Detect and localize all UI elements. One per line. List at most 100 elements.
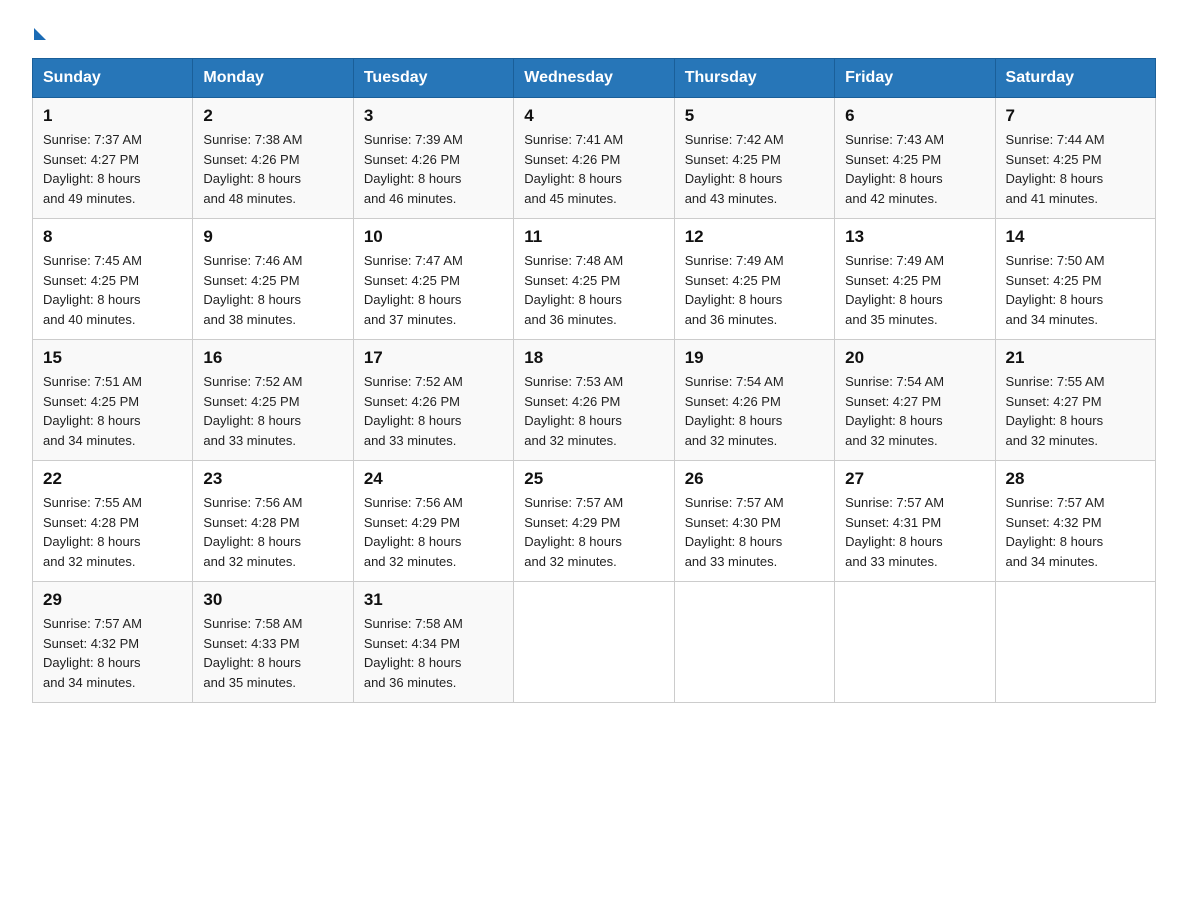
day-info: Sunrise: 7:57 AMSunset: 4:32 PMDaylight:… [43, 614, 182, 692]
header-tuesday: Tuesday [353, 59, 513, 98]
calendar-cell: 30 Sunrise: 7:58 AMSunset: 4:33 PMDayligh… [193, 582, 353, 703]
day-number: 2 [203, 106, 342, 126]
calendar-week-4: 22 Sunrise: 7:55 AMSunset: 4:28 PMDayligh… [33, 461, 1156, 582]
header-wednesday: Wednesday [514, 59, 674, 98]
day-number: 8 [43, 227, 182, 247]
calendar-cell: 21Sunrise: 7:55 AMSunset: 4:27 PMDayligh… [995, 340, 1155, 461]
day-info: Sunrise: 7:55 AMSunset: 4:28 PMDaylight:… [43, 493, 182, 571]
day-number: 24 [364, 469, 503, 489]
calendar-cell: 24 Sunrise: 7:56 AMSunset: 4:29 PMDayligh… [353, 461, 513, 582]
day-info: Sunrise: 7:52 AMSunset: 4:26 PMDaylight:… [364, 372, 503, 450]
header-saturday: Saturday [995, 59, 1155, 98]
day-number: 3 [364, 106, 503, 126]
day-number: 30 [203, 590, 342, 610]
calendar-cell: 14Sunrise: 7:50 AMSunset: 4:25 PMDayligh… [995, 219, 1155, 340]
calendar-cell [674, 582, 834, 703]
day-number: 27 [845, 469, 984, 489]
day-info: Sunrise: 7:54 AMSunset: 4:27 PMDaylight:… [845, 372, 984, 450]
day-info: Sunrise: 7:56 AMSunset: 4:29 PMDaylight:… [364, 493, 503, 571]
day-info: Sunrise: 7:51 AMSunset: 4:25 PMDaylight:… [43, 372, 182, 450]
calendar-cell [995, 582, 1155, 703]
day-info: Sunrise: 7:41 AMSunset: 4:26 PMDaylight:… [524, 130, 663, 208]
calendar-cell: 11 Sunrise: 7:48 AMSunset: 4:25 PMDayligh… [514, 219, 674, 340]
day-number: 18 [524, 348, 663, 368]
calendar-week-5: 29 Sunrise: 7:57 AMSunset: 4:32 PMDayligh… [33, 582, 1156, 703]
day-info: Sunrise: 7:55 AMSunset: 4:27 PMDaylight:… [1006, 372, 1145, 450]
calendar-cell: 2Sunrise: 7:38 AMSunset: 4:26 PMDaylight… [193, 98, 353, 219]
header-monday: Monday [193, 59, 353, 98]
day-number: 10 [364, 227, 503, 247]
day-number: 29 [43, 590, 182, 610]
day-number: 14 [1006, 227, 1145, 247]
calendar-cell: 23 Sunrise: 7:56 AMSunset: 4:28 PMDayligh… [193, 461, 353, 582]
day-number: 25 [524, 469, 663, 489]
calendar-cell: 20Sunrise: 7:54 AMSunset: 4:27 PMDayligh… [835, 340, 995, 461]
day-number: 7 [1006, 106, 1145, 126]
calendar-cell: 9Sunrise: 7:46 AMSunset: 4:25 PMDaylight… [193, 219, 353, 340]
calendar-cell: 29 Sunrise: 7:57 AMSunset: 4:32 PMDayligh… [33, 582, 193, 703]
calendar-cell: 5 Sunrise: 7:42 AMSunset: 4:25 PMDaylight… [674, 98, 834, 219]
calendar-cell: 22 Sunrise: 7:55 AMSunset: 4:28 PMDayligh… [33, 461, 193, 582]
day-info: Sunrise: 7:42 AMSunset: 4:25 PMDaylight:… [685, 130, 824, 208]
day-info: Sunrise: 7:44 AMSunset: 4:25 PMDaylight:… [1006, 130, 1145, 208]
day-info: Sunrise: 7:56 AMSunset: 4:28 PMDaylight:… [203, 493, 342, 571]
header-sunday: Sunday [33, 59, 193, 98]
calendar-cell: 16 Sunrise: 7:52 AMSunset: 4:25 PMDayligh… [193, 340, 353, 461]
header-thursday: Thursday [674, 59, 834, 98]
day-number: 22 [43, 469, 182, 489]
day-number: 28 [1006, 469, 1145, 489]
day-info: Sunrise: 7:53 AMSunset: 4:26 PMDaylight:… [524, 372, 663, 450]
calendar-cell: 31 Sunrise: 7:58 AMSunset: 4:34 PMDayligh… [353, 582, 513, 703]
day-info: Sunrise: 7:57 AMSunset: 4:31 PMDaylight:… [845, 493, 984, 571]
day-number: 19 [685, 348, 824, 368]
day-number: 1 [43, 106, 182, 126]
day-number: 16 [203, 348, 342, 368]
day-info: Sunrise: 7:49 AMSunset: 4:25 PMDaylight:… [685, 251, 824, 329]
calendar-cell: 8Sunrise: 7:45 AMSunset: 4:25 PMDaylight… [33, 219, 193, 340]
calendar-cell: 12Sunrise: 7:49 AMSunset: 4:25 PMDayligh… [674, 219, 834, 340]
day-number: 23 [203, 469, 342, 489]
calendar-cell [514, 582, 674, 703]
day-number: 31 [364, 590, 503, 610]
logo-arrow-icon [34, 28, 46, 40]
logo [32, 24, 46, 40]
calendar-cell: 1 Sunrise: 7:37 AMSunset: 4:27 PMDaylight… [33, 98, 193, 219]
day-number: 26 [685, 469, 824, 489]
day-number: 9 [203, 227, 342, 247]
calendar-cell: 4 Sunrise: 7:41 AMSunset: 4:26 PMDaylight… [514, 98, 674, 219]
day-number: 17 [364, 348, 503, 368]
calendar-cell: 15Sunrise: 7:51 AMSunset: 4:25 PMDayligh… [33, 340, 193, 461]
day-info: Sunrise: 7:57 AMSunset: 4:30 PMDaylight:… [685, 493, 824, 571]
calendar-cell: 10 Sunrise: 7:47 AMSunset: 4:25 PMDayligh… [353, 219, 513, 340]
calendar-cell: 25 Sunrise: 7:57 AMSunset: 4:29 PMDayligh… [514, 461, 674, 582]
day-number: 11 [524, 227, 663, 247]
day-number: 5 [685, 106, 824, 126]
day-info: Sunrise: 7:57 AMSunset: 4:29 PMDaylight:… [524, 493, 663, 571]
calendar-cell: 19 Sunrise: 7:54 AMSunset: 4:26 PMDayligh… [674, 340, 834, 461]
day-info: Sunrise: 7:48 AMSunset: 4:25 PMDaylight:… [524, 251, 663, 329]
day-number: 4 [524, 106, 663, 126]
calendar-cell: 7 Sunrise: 7:44 AMSunset: 4:25 PMDaylight… [995, 98, 1155, 219]
calendar-cell: 17 Sunrise: 7:52 AMSunset: 4:26 PMDayligh… [353, 340, 513, 461]
day-info: Sunrise: 7:39 AMSunset: 4:26 PMDaylight:… [364, 130, 503, 208]
calendar-week-1: 1 Sunrise: 7:37 AMSunset: 4:27 PMDaylight… [33, 98, 1156, 219]
day-info: Sunrise: 7:37 AMSunset: 4:27 PMDaylight:… [43, 130, 182, 208]
day-info: Sunrise: 7:49 AMSunset: 4:25 PMDaylight:… [845, 251, 984, 329]
calendar-week-3: 15Sunrise: 7:51 AMSunset: 4:25 PMDayligh… [33, 340, 1156, 461]
day-number: 13 [845, 227, 984, 247]
day-info: Sunrise: 7:52 AMSunset: 4:25 PMDaylight:… [203, 372, 342, 450]
day-info: Sunrise: 7:47 AMSunset: 4:25 PMDaylight:… [364, 251, 503, 329]
calendar-cell: 6Sunrise: 7:43 AMSunset: 4:25 PMDaylight… [835, 98, 995, 219]
calendar-cell: 26 Sunrise: 7:57 AMSunset: 4:30 PMDayligh… [674, 461, 834, 582]
calendar-cell [835, 582, 995, 703]
day-number: 6 [845, 106, 984, 126]
day-info: Sunrise: 7:54 AMSunset: 4:26 PMDaylight:… [685, 372, 824, 450]
calendar-cell: 13 Sunrise: 7:49 AMSunset: 4:25 PMDayligh… [835, 219, 995, 340]
calendar-week-2: 8Sunrise: 7:45 AMSunset: 4:25 PMDaylight… [33, 219, 1156, 340]
calendar-cell: 28 Sunrise: 7:57 AMSunset: 4:32 PMDayligh… [995, 461, 1155, 582]
day-info: Sunrise: 7:57 AMSunset: 4:32 PMDaylight:… [1006, 493, 1145, 571]
calendar-table: SundayMondayTuesdayWednesdayThursdayFrid… [32, 58, 1156, 703]
page-header [32, 24, 1156, 40]
day-info: Sunrise: 7:58 AMSunset: 4:33 PMDaylight:… [203, 614, 342, 692]
day-info: Sunrise: 7:58 AMSunset: 4:34 PMDaylight:… [364, 614, 503, 692]
